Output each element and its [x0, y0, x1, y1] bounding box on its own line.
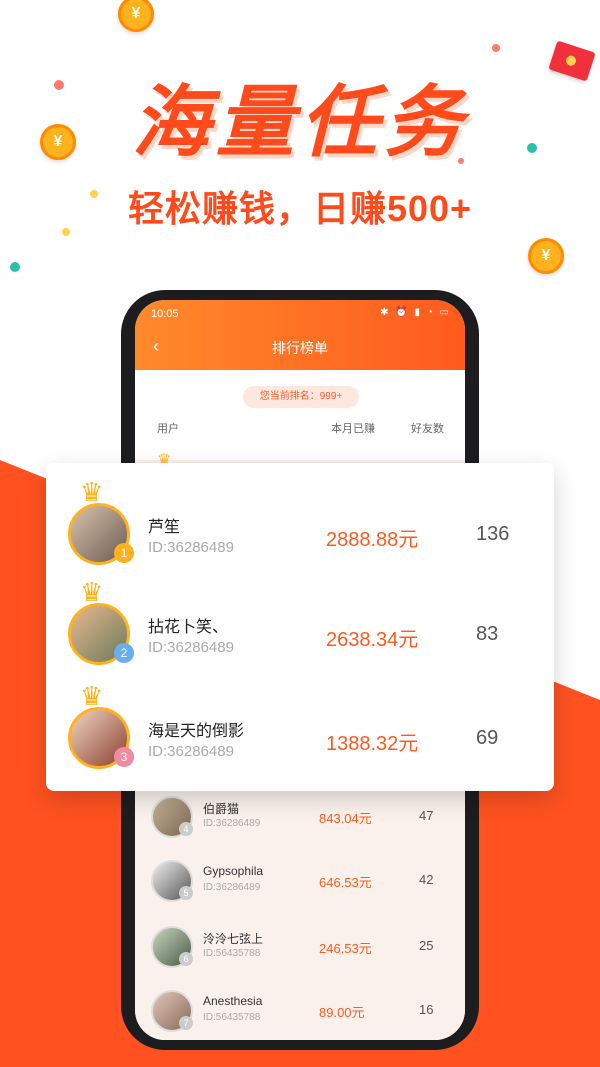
- earned-amount: 1388.32元: [326, 733, 419, 755]
- user-id: ID:36286489: [148, 743, 234, 760]
- earned-amount: 646.53元: [319, 875, 372, 890]
- rank-number: 6: [179, 952, 193, 966]
- user-id: ID:56435788: [203, 948, 261, 959]
- column-user: 用户: [157, 423, 179, 435]
- earned-amount: 2638.34元: [326, 629, 419, 651]
- user-id: ID:36286489: [148, 539, 234, 556]
- my-rank-badge: 您当前排名：999+: [243, 386, 359, 408]
- top-three-card: ♛ 1 芦笙 ID:36286489 2888.88元 136 ♛ 2 拈花卜笑…: [46, 463, 554, 791]
- friend-count: 42: [419, 872, 434, 887]
- friend-count: 69: [476, 727, 499, 749]
- friend-count: 47: [419, 808, 434, 823]
- column-friends: 好友数: [411, 423, 444, 435]
- rank-badge: 2: [114, 643, 134, 663]
- user-name: 伯爵猫: [203, 802, 240, 816]
- user-name: 芦笙: [148, 519, 181, 536]
- list-item[interactable]: 4 伯爵猫 ID:36286489 843.04元 47: [135, 796, 465, 856]
- headline: 海量任务: [131, 78, 468, 166]
- list-item[interactable]: 7 Anesthesia ID:56435788 89.00元 16: [135, 990, 465, 1040]
- earned-amount: 89.00元: [319, 1005, 365, 1020]
- rank-number: 4: [179, 822, 193, 836]
- rank-badge: 1: [114, 543, 134, 563]
- user-id: ID:36286489: [148, 639, 234, 656]
- page-title: 排行榜单: [272, 340, 328, 356]
- decor-dot: [10, 262, 20, 272]
- earned-amount: 2888.88元: [326, 529, 419, 551]
- list-item[interactable]: 5 Gypsophila ID:36286489 646.53元 42: [135, 860, 465, 920]
- friend-count: 136: [476, 523, 510, 545]
- coin-icon: ¥: [528, 238, 564, 274]
- user-id: ID:36286489: [203, 882, 261, 893]
- column-earned: 本月已赚: [331, 423, 375, 435]
- rank-number: 7: [179, 1016, 193, 1030]
- top-rank-row[interactable]: ♛ 1 芦笙 ID:36286489 2888.88元 136: [46, 467, 554, 571]
- friend-count: 25: [419, 938, 434, 953]
- user-id: ID:36286489: [203, 818, 261, 829]
- user-name: Anesthesia: [203, 994, 263, 1008]
- friend-count: 83: [476, 623, 499, 645]
- user-id: ID:56435788: [203, 1012, 261, 1023]
- top-rank-row[interactable]: ♛ 3 海是天的倒影 ID:36286489 1388.32元 69: [46, 671, 554, 775]
- app-header: 10:05 ✱ ⏰ ▮ ◔ ▭ ‹ 排行榜单: [135, 300, 465, 370]
- friend-count: 16: [419, 1002, 434, 1017]
- decor-dot: [492, 44, 500, 52]
- list-item[interactable]: 6 泠泠七弦上 ID:56435788 246.53元 25: [135, 926, 465, 986]
- rank-number: 5: [179, 886, 193, 900]
- user-name: 海是天的倒影: [148, 723, 245, 740]
- earned-amount: 843.04元: [319, 811, 372, 826]
- status-icons: ✱ ⏰ ▮ ◔ ▭: [380, 307, 451, 318]
- user-name: 泠泠七弦上: [203, 932, 264, 946]
- top-rank-row[interactable]: ♛ 2 拈花卜笑、 ID:36286489 2638.34元 83: [46, 567, 554, 671]
- user-name: Gypsophila: [203, 864, 264, 878]
- earned-amount: 246.53元: [319, 941, 372, 956]
- subheadline: 轻松赚钱，日赚500+: [127, 188, 473, 229]
- user-name: 拈花卜笑、: [148, 619, 229, 636]
- status-time: 10:05: [151, 308, 179, 320]
- rank-badge: 3: [114, 747, 134, 767]
